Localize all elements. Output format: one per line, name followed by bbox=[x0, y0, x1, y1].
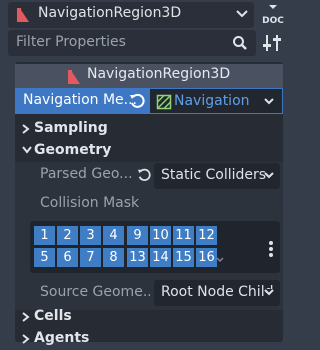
category-cells[interactable]: Cells bbox=[22, 306, 222, 328]
mask-bit[interactable]: 7 bbox=[80, 248, 101, 267]
mask-bit[interactable]: 14 bbox=[150, 248, 171, 267]
node-selector[interactable]: NavigationRegion3D bbox=[8, 2, 254, 28]
category-geometry[interactable]: Geometry bbox=[22, 140, 222, 162]
mask-bit[interactable]: 15 bbox=[173, 248, 194, 267]
revert-icon[interactable] bbox=[137, 168, 151, 182]
revert-icon[interactable] bbox=[129, 93, 145, 109]
chevron-right-icon bbox=[22, 334, 30, 344]
parsed-geometry-label: Parsed Geo... bbox=[40, 166, 133, 182]
navigation-region-icon bbox=[16, 7, 30, 23]
mask-bit[interactable]: 8 bbox=[103, 248, 124, 267]
mask-bit[interactable]: 2 bbox=[57, 226, 78, 245]
collision-mask-grid: 1 2 3 4 9 10 11 12 5 6 7 8 13 14 15 16 bbox=[30, 221, 280, 273]
source-geometry-label: Source Geome... bbox=[40, 284, 150, 300]
category-sampling[interactable]: Sampling bbox=[22, 118, 222, 140]
source-geometry-value: Root Node Child bbox=[161, 284, 274, 300]
search-icon bbox=[232, 35, 248, 51]
svg-text:DOC: DOC bbox=[262, 16, 284, 26]
filter-tools-button[interactable] bbox=[262, 33, 284, 53]
doc-icon bbox=[269, 5, 277, 9]
category-agents[interactable]: Agents bbox=[22, 328, 222, 350]
collision-mask-label: Collision Mask bbox=[40, 195, 140, 211]
navigation-mesh-icon bbox=[156, 94, 172, 110]
chevron-down-icon bbox=[264, 98, 274, 105]
mask-bit[interactable]: 4 bbox=[103, 226, 124, 245]
mask-bit[interactable]: 9 bbox=[127, 226, 148, 245]
chevron-down-icon[interactable] bbox=[216, 257, 224, 263]
node-selector-label: NavigationRegion3D bbox=[38, 5, 182, 21]
node-header: NavigationRegion3D bbox=[15, 64, 283, 88]
doc-button[interactable]: DOC bbox=[258, 3, 288, 27]
chevron-right-icon bbox=[22, 312, 30, 322]
navigation-mesh-value: Navigation bbox=[174, 93, 250, 109]
navigation-region-icon bbox=[67, 69, 81, 85]
category-cells-label: Cells bbox=[34, 308, 72, 324]
mask-bit[interactable]: 1 bbox=[34, 226, 55, 245]
navigation-mesh-label: Navigation Me... bbox=[23, 92, 138, 108]
mask-bit[interactable]: 11 bbox=[173, 226, 194, 245]
mask-bit[interactable]: 10 bbox=[150, 226, 171, 245]
mask-bit[interactable]: 6 bbox=[57, 248, 78, 267]
tools-icon bbox=[263, 35, 281, 51]
category-sampling-label: Sampling bbox=[34, 120, 108, 136]
category-geometry-label: Geometry bbox=[34, 142, 112, 158]
mask-bit[interactable]: 5 bbox=[34, 248, 55, 267]
chevron-down-icon bbox=[264, 172, 274, 179]
chevron-down-icon bbox=[236, 10, 248, 18]
chevron-down-icon bbox=[264, 289, 274, 296]
parsed-geometry-value: Static Colliders bbox=[161, 167, 267, 183]
node-header-title: NavigationRegion3D bbox=[87, 66, 231, 82]
category-agents-label: Agents bbox=[34, 330, 90, 346]
chevron-down-icon bbox=[22, 146, 32, 154]
mask-bit[interactable]: 13 bbox=[127, 248, 148, 267]
more-options-icon[interactable] bbox=[268, 240, 274, 258]
navigation-mesh-property[interactable]: Navigation Me... bbox=[15, 88, 149, 114]
parsed-geometry-select[interactable]: Static Colliders bbox=[154, 163, 280, 189]
navigation-mesh-resource[interactable]: Navigation bbox=[149, 88, 283, 114]
source-geometry-select[interactable]: Root Node Child bbox=[154, 280, 280, 306]
mask-bit[interactable]: 16 bbox=[196, 248, 217, 267]
chevron-right-icon bbox=[22, 124, 30, 134]
filter-placeholder: Filter Properties bbox=[16, 34, 126, 50]
filter-properties-input[interactable]: Filter Properties bbox=[8, 30, 256, 56]
mask-bit[interactable]: 12 bbox=[196, 226, 217, 245]
mask-bit[interactable]: 3 bbox=[80, 226, 101, 245]
